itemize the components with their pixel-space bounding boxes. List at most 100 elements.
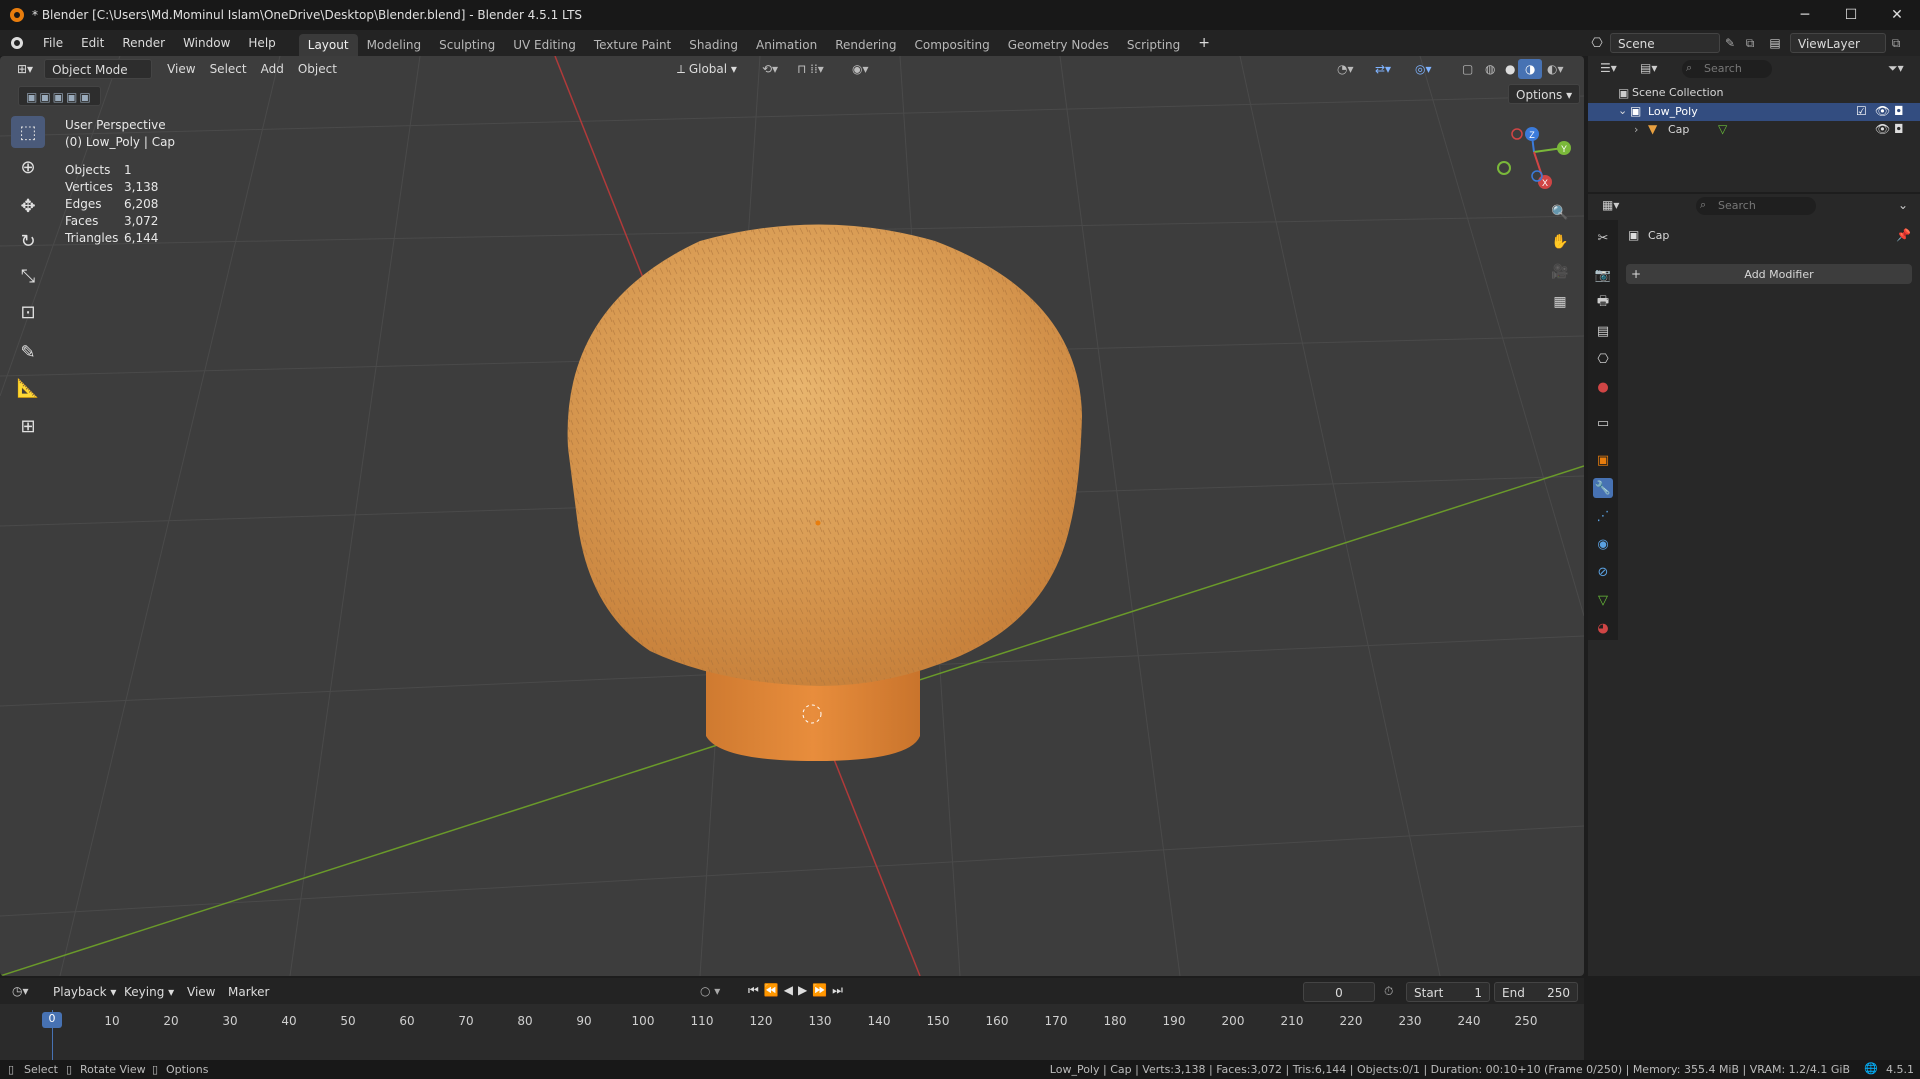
annotate-tool-icon[interactable]: ✎: [11, 336, 45, 368]
visibility-icon[interactable]: ◔▾: [1330, 59, 1361, 79]
camera-view-icon[interactable]: 🎥: [1549, 261, 1571, 283]
xray-icon[interactable]: ▢: [1455, 59, 1480, 79]
tab-scripting[interactable]: Scripting: [1118, 34, 1189, 56]
tool-tab-icon[interactable]: ✂: [1593, 228, 1613, 248]
properties-search-input[interactable]: Search: [1696, 197, 1816, 215]
object-name[interactable]: Cap: [1668, 123, 1689, 136]
playback-menu[interactable]: Playback ▾: [46, 982, 123, 1002]
constraints-tab-icon[interactable]: ⊘: [1593, 562, 1613, 582]
auto-keying-icon[interactable]: ○ ▾: [700, 984, 720, 998]
physics-tab-icon[interactable]: ◉: [1593, 534, 1613, 554]
options-button[interactable]: Options ▾: [1508, 84, 1581, 104]
editor-type-icon[interactable]: ⊞▾: [10, 59, 40, 79]
gizmo-toggle-icon[interactable]: ⇄▾: [1368, 59, 1398, 79]
display-mode-icon[interactable]: ▤▾: [1640, 61, 1657, 75]
selection-mode-icons[interactable]: ▣▣▣▣▣: [18, 86, 101, 106]
tab-modeling[interactable]: Modeling: [358, 34, 431, 56]
exclude-checkbox-icon[interactable]: ☑: [1856, 104, 1867, 118]
scene-collection-label[interactable]: Scene Collection: [1632, 86, 1723, 99]
tab-animation[interactable]: Animation: [747, 34, 826, 56]
add-modifier-button[interactable]: + Add Modifier: [1626, 264, 1912, 284]
orientation-selector[interactable]: ⟂ Global ▾: [670, 59, 744, 79]
playback-controls[interactable]: ⏮⏪◀▶⏩⏭: [748, 983, 848, 998]
eye-icon[interactable]: 👁: [1875, 122, 1890, 136]
add-menu[interactable]: Add: [254, 59, 291, 79]
tab-shading[interactable]: Shading: [680, 34, 747, 56]
view-layer-tab-icon[interactable]: ▤: [1593, 321, 1613, 341]
menu-render[interactable]: Render: [113, 30, 174, 56]
move-tool-icon[interactable]: ✥: [11, 190, 45, 222]
playhead-frame-badge[interactable]: 0: [42, 1012, 62, 1028]
tab-sculpting[interactable]: Sculpting: [430, 34, 504, 56]
scene-selector[interactable]: Scene: [1610, 33, 1720, 53]
timeline-editor-icon[interactable]: ◷▾: [12, 984, 29, 998]
view-menu[interactable]: View: [160, 59, 202, 79]
timeline-view-menu[interactable]: View: [180, 982, 222, 1002]
proportional-edit-icon[interactable]: ◉▾: [845, 59, 876, 79]
material-shading-icon[interactable]: ◑: [1518, 59, 1543, 79]
start-frame-field[interactable]: Start 1: [1406, 982, 1490, 1002]
render-camera-icon[interactable]: ◘: [1894, 122, 1904, 136]
tab-texture-paint[interactable]: Texture Paint: [585, 34, 680, 56]
particles-tab-icon[interactable]: ⋰: [1593, 506, 1613, 526]
tab-uv-editing[interactable]: UV Editing: [504, 34, 585, 56]
tab-rendering[interactable]: Rendering: [826, 34, 905, 56]
frame-track[interactable]: [0, 1004, 1584, 1060]
outliner-row-low-poly[interactable]: ⌄ ▣ Low_Poly ☑ 👁 ◘: [1588, 103, 1920, 121]
close-button[interactable]: ✕: [1874, 0, 1920, 30]
outliner-editor-icon[interactable]: ☰▾: [1600, 61, 1617, 75]
output-tab-icon[interactable]: 🖶: [1593, 293, 1613, 313]
scene-tab-icon[interactable]: ⎔: [1593, 349, 1613, 369]
scale-tool-icon[interactable]: ⤡: [11, 260, 45, 292]
modifier-tab-icon[interactable]: 🔧: [1593, 478, 1613, 498]
preview-range-icon[interactable]: ⏱: [1384, 984, 1393, 999]
render-tab-icon[interactable]: 📷: [1593, 265, 1613, 285]
object-menu[interactable]: Object: [291, 59, 344, 79]
select-menu[interactable]: Select: [203, 59, 254, 79]
zoom-icon[interactable]: 🔍: [1549, 202, 1571, 224]
scene-icon[interactable]: ⎔: [1584, 36, 1610, 51]
minimize-button[interactable]: ─: [1782, 0, 1828, 30]
rendered-shading-icon[interactable]: ◐▾: [1540, 59, 1571, 79]
pin-icon[interactable]: ✎: [1720, 36, 1740, 50]
snap-icon[interactable]: ⊓ ⁞⁞▾: [790, 59, 831, 79]
dropdown-arrow-icon[interactable]: ⌄: [1898, 198, 1908, 212]
collection-name[interactable]: Low_Poly: [1648, 105, 1698, 118]
object-tab-icon[interactable]: ▣: [1593, 450, 1613, 470]
pin-icon[interactable]: 📌: [1896, 228, 1911, 242]
rotate-tool-icon[interactable]: ↻: [11, 225, 45, 257]
menu-help[interactable]: Help: [239, 30, 284, 56]
maximize-button[interactable]: ☐: [1828, 0, 1874, 30]
marker-menu[interactable]: Marker: [221, 982, 276, 1002]
viewlayer-icon[interactable]: ▤: [1760, 36, 1790, 50]
tab-layout[interactable]: Layout: [298, 34, 358, 56]
add-cube-tool-icon[interactable]: ⊞: [11, 410, 45, 442]
eye-icon[interactable]: 👁: [1875, 104, 1890, 118]
expand-arrow-icon[interactable]: ›: [1634, 123, 1638, 136]
keying-menu[interactable]: Keying ▾: [117, 982, 181, 1002]
blender-menu-icon[interactable]: [0, 37, 34, 49]
select-box-tool-icon[interactable]: ⬚: [11, 116, 45, 148]
menu-edit[interactable]: Edit: [72, 30, 113, 56]
pivot-icon[interactable]: ⟲▾: [755, 59, 785, 79]
tab-compositing[interactable]: Compositing: [905, 34, 998, 56]
pan-hand-icon[interactable]: ✋: [1549, 231, 1571, 253]
current-frame-field[interactable]: 0: [1303, 982, 1375, 1002]
transform-tool-icon[interactable]: ⊡: [11, 296, 45, 328]
material-tab-icon[interactable]: ◕: [1593, 618, 1613, 638]
properties-editor-icon[interactable]: ▦▾: [1602, 198, 1619, 212]
measure-tool-icon[interactable]: 📐: [11, 372, 45, 404]
cursor-tool-icon[interactable]: ⊕: [11, 151, 45, 183]
expand-arrow-icon[interactable]: ⌄: [1618, 104, 1627, 117]
data-tab-icon[interactable]: ▽: [1593, 590, 1613, 610]
overlay-toggle-icon[interactable]: ◎▾: [1408, 59, 1439, 79]
mode-selector[interactable]: Object Mode: [44, 59, 153, 79]
outliner-search-input[interactable]: Search: [1682, 60, 1772, 78]
viewlayer-selector[interactable]: ViewLayer: [1790, 33, 1886, 53]
menu-window[interactable]: Window: [174, 30, 239, 56]
navigation-gizmo[interactable]: Z Y X: [1490, 120, 1580, 200]
tab-geometry-nodes[interactable]: Geometry Nodes: [999, 34, 1118, 56]
ortho-grid-icon[interactable]: ▦: [1549, 291, 1571, 313]
render-camera-icon[interactable]: ◘: [1894, 104, 1904, 118]
end-frame-field[interactable]: End 250: [1494, 982, 1578, 1002]
